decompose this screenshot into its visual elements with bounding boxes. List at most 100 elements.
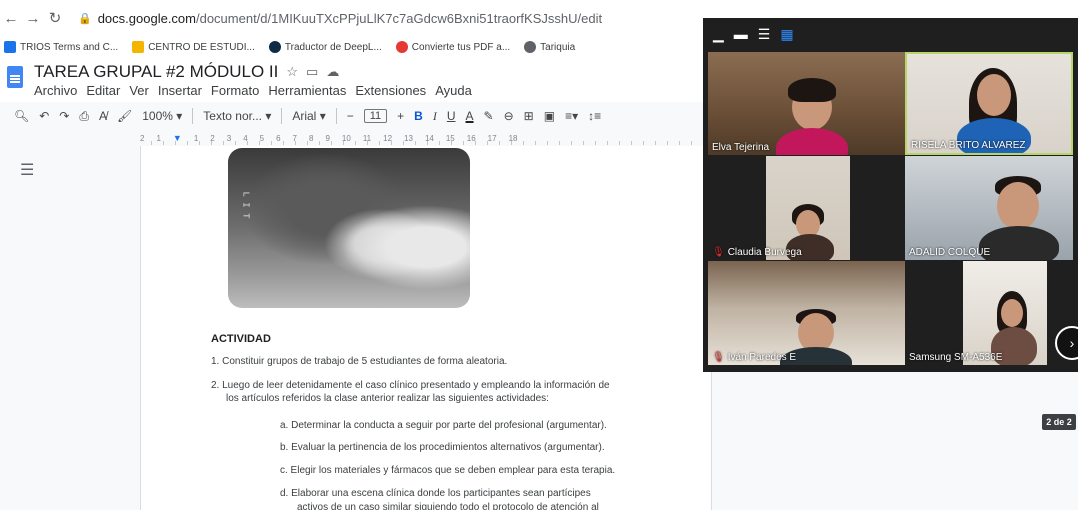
menu-herramientas[interactable]: Herramientas [268,83,346,98]
bookmark-item[interactable]: CENTRO DE ESTUDI... [132,41,255,53]
participant-tile-active-speaker[interactable]: RISELA BRITO ALVAREZ [905,52,1073,155]
participant-video [1001,299,1023,327]
folder-icon[interactable]: ▭ [306,64,318,80]
participant-name: ADALID COLQUE [909,247,991,258]
text-color-button[interactable]: A [466,109,474,123]
align-icon[interactable]: ≡▾ [565,109,578,123]
forward-icon[interactable]: → [22,10,44,27]
menu-ver[interactable]: Ver [129,83,149,98]
ruler-tick-label: 9 [325,133,330,143]
menu-editar[interactable]: Editar [86,83,120,98]
toolbar-divider [335,108,337,124]
redo-icon[interactable]: ↷ [59,109,69,123]
participant-video [766,156,850,260]
url-host: docs.google.com [97,10,196,26]
participant-name: Samsung SM-A536E [909,352,1003,363]
line-spacing-icon[interactable]: ↕≡ [588,109,601,123]
bookmark-item[interactable]: TRIOS Terms and C... [4,41,118,53]
muted-mic-icon: 🎙︎ [712,247,725,258]
menu-formato[interactable]: Formato [211,83,259,98]
doc-title-row: TAREA GRUPAL #2 MÓDULO II ☆ ▭ ☁ [34,62,339,82]
link-icon[interactable]: ⊖ [504,109,514,123]
italic-button[interactable]: I [433,109,437,124]
participant-name: 🎙︎ Claudia Burvega [712,247,802,258]
participant-tile[interactable]: 🎙︎ Iván Paredes E [708,261,905,365]
print-icon[interactable]: ⎙ [79,109,89,124]
font-select[interactable]: Arial ▾ [292,109,325,123]
font-size-input[interactable]: 11 [363,109,388,123]
participant-tile[interactable]: ADALID COLQUE [905,156,1073,260]
back-icon[interactable]: ← [0,10,22,27]
menu-archivo[interactable]: Archivo [34,83,77,98]
ruler-tick-label: 1 [193,133,199,143]
ruler-tick-label: 4 [243,133,248,143]
ruler-tick-label: 18 [508,133,518,143]
outline-list-icon[interactable]: ☰ [20,160,34,180]
increase-font-size-button[interactable]: + [397,109,404,123]
participant-tile[interactable]: Samsung SM-A536E [905,261,1073,365]
ruler-tick-label: 11 [362,133,372,143]
menu-insertar[interactable]: Insertar [158,83,202,98]
highlight-icon[interactable]: ✎ [484,109,494,123]
participant-name: Elva Tejerina [712,142,770,153]
ruler-tick-label: 15 [445,133,455,143]
participant-name: 🎙︎ Iván Paredes E [712,352,797,363]
ruler-tick-label: 10 [341,133,351,143]
bold-button[interactable]: B [414,109,423,123]
style-select[interactable]: Texto nor... ▾ [203,109,271,123]
undo-icon[interactable]: ↶ [39,109,49,123]
sub-item: a. Determinar la conducta a seguir por p… [280,420,607,431]
reload-icon[interactable]: ↻ [44,9,66,27]
image-icon[interactable]: ▣ [544,109,555,123]
decrease-font-size-button[interactable]: − [347,109,354,123]
ruler-tick-label: 8 [309,133,314,143]
docs-logo-icon[interactable] [7,66,23,88]
document-title[interactable]: TAREA GRUPAL #2 MÓDULO II [34,62,278,82]
bookmark-item[interactable]: Tariquia [524,41,575,53]
participant-name: RISELA BRITO ALVAREZ [911,140,1026,151]
star-icon[interactable]: ☆ [286,64,298,80]
bookmark-item[interactable]: Convierte tus PDF a... [395,41,510,53]
video-call-panel[interactable]: ▁ ▬ ☰ ▦ Elva Tejerina RISELA BRITO ALVAR… [703,18,1078,372]
participant-tile[interactable]: Elva Tejerina [708,52,905,155]
participant-tile[interactable]: 🎙︎ Claudia Burvega [708,156,905,260]
ruler-tick-label: 2 [210,133,215,143]
dental-xray-image [228,148,470,308]
address-bar[interactable]: 🔒 docs.google.com/document/d/1MIKuuTXcPP… [78,11,602,26]
cloud-icon[interactable]: ☁ [326,64,339,80]
bookmark-icon [268,41,281,53]
minimize-icon[interactable]: ▁ [713,26,724,43]
ruler-tick-label: 5 [259,133,265,143]
ruler-tick-label: 16 [466,133,476,143]
page-count-badge: 2 de 2 [1042,414,1076,430]
spellcheck-icon[interactable]: A̸ [99,109,107,123]
paint-format-icon[interactable]: 🖌︎ [117,109,132,123]
menu-bar: Archivo Editar Ver Insertar Formato Herr… [34,83,472,98]
muted-mic-icon: 🎙︎ [712,352,725,363]
search-menus-icon[interactable]: 🔍︎ [14,109,29,123]
menu-ayuda[interactable]: Ayuda [435,83,472,98]
speaker-view-icon[interactable]: ☰ [758,26,771,43]
comment-icon[interactable]: ⊞ [524,109,534,123]
heart-icon [395,41,408,53]
canvas-background [712,372,1078,510]
sub-item-continuation: activos de un caso similar siguiendo tod… [297,502,599,510]
zoom-select[interactable]: 100% ▾ [142,109,182,123]
menu-extensiones[interactable]: Extensiones [355,83,426,98]
bookmark-item[interactable]: Traductor de DeepL... [268,41,382,53]
indent-marker-icon[interactable]: ▼ [173,133,182,143]
url-path: /document/d/1MIKuuTXcPPjuLlK7c7aGdcw6Bxn… [195,10,603,26]
ruler-tick-label: 17 [487,133,497,143]
ruler-tick-label: 13 [404,133,413,143]
gallery-view-icon[interactable]: ▦ [780,26,793,43]
bookmark-icon [132,41,145,53]
participant-video [776,128,848,155]
sub-item: d. Elaborar una escena clínica donde los… [280,488,591,499]
ruler-tick-label: 2 [140,133,145,143]
stop-video-icon[interactable]: ▬ [734,26,748,42]
underline-button[interactable]: U [447,109,456,123]
toolbar-divider [281,108,283,124]
bookmark-icon [4,41,16,53]
ruler[interactable]: 2 1 ▼ 1 2 3 4 5 6 7 8 9 10 11 12 13 14 15 16 17 18 [140,131,710,145]
sub-item: c. Elegir los materiales y fármacos que … [280,465,616,476]
